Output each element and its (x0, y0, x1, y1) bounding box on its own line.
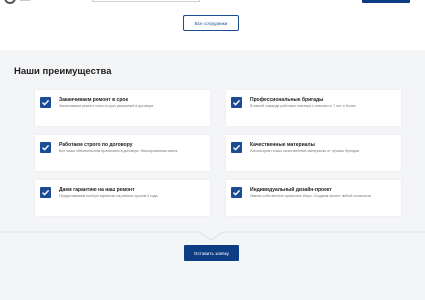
advantage-title: Качественные материалы (250, 142, 315, 148)
logo-icon[interactable] (4, 0, 16, 4)
checkbox-icon (231, 187, 242, 198)
all-staff-button[interactable]: Все сотрудники (183, 15, 239, 31)
staff-section: Все сотрудники (0, 0, 425, 50)
advantage-description: Имеем собственное проектное бюро. Создае… (250, 194, 372, 198)
section-divider (0, 231, 425, 241)
advantage-title: Даем гарантию на наш ремонт (59, 187, 135, 193)
advantages-section: Наши преимущества Заканчиваем ремонт в с… (0, 50, 425, 300)
advantage-card: Заканчиваем ремонт в срок Заканчиваем ре… (35, 90, 210, 126)
advantage-description: Используем только качественные материалы… (250, 149, 360, 153)
checkbox-icon (231, 142, 242, 153)
advantages-title: Наши преимущества (14, 66, 112, 77)
advantage-description: Все наши обязательства прописаны в догов… (59, 149, 178, 153)
logo-text (20, 0, 30, 1)
advantage-title: Индивидуальный дизайн-проект (250, 187, 332, 193)
advantage-description: В нашей команде работают мастера с опыто… (250, 104, 356, 108)
advantage-card: Даем гарантию на наш ремонт Предоставляе… (35, 180, 210, 216)
advantage-card: Качественные материалы Используем только… (226, 135, 401, 171)
page: Все сотрудники Наши преимущества Заканчи… (0, 0, 425, 300)
checkbox-icon (40, 142, 51, 153)
advantage-card: Индивидуальный дизайн-проект Имеем собст… (226, 180, 401, 216)
checkbox-icon (40, 97, 51, 108)
header-action-button[interactable] (362, 0, 410, 3)
advantage-title: Работаем строго по договору (59, 142, 133, 148)
advantage-description: Предоставляем полную гарантию на ремонт … (59, 194, 158, 198)
leave-request-button[interactable]: Оставить заявку (184, 245, 239, 261)
advantage-card: Работаем строго по договору Все наши обя… (35, 135, 210, 171)
advantage-description: Заканчиваем ремонт точно в срок указанны… (59, 104, 154, 108)
advantage-title: Профессиональные бригады (250, 97, 324, 103)
checkbox-icon (40, 187, 51, 198)
advantage-title: Заканчиваем ремонт в срок (59, 97, 128, 103)
advantage-card: Профессиональные бригады В нашей команде… (226, 90, 401, 126)
checkbox-icon (231, 97, 242, 108)
header-search-input[interactable] (92, 0, 200, 2)
